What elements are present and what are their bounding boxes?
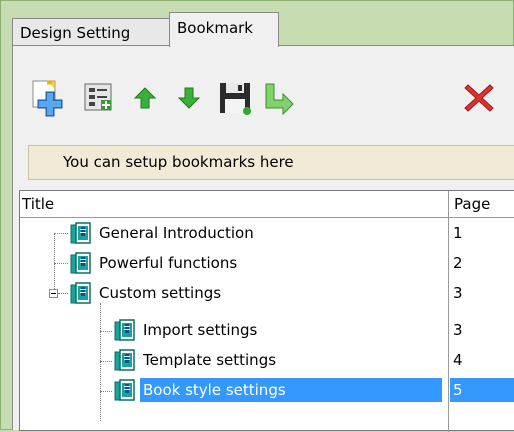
tree-row-page: 3 (453, 321, 463, 339)
tree-row-import-settings[interactable]: Import settings 3 (20, 318, 514, 348)
delete-x-icon (464, 84, 494, 112)
delete-button[interactable] (457, 76, 501, 120)
move-down-arrow-icon (177, 87, 201, 109)
bookmark-panel: You can setup bookmarks here Title Page (12, 45, 514, 432)
export-button[interactable] (257, 76, 301, 120)
tab-bookmark-label: Bookmark (177, 19, 253, 37)
bookmark-tree[interactable]: Title Page General Introduction 1 Powerf… (19, 190, 514, 432)
bookmark-icon (70, 282, 91, 304)
tree-row-book-style-settings[interactable]: Book style settings 5 (20, 378, 514, 408)
tree-row-page: 4 (453, 351, 463, 369)
save-button[interactable] (213, 76, 257, 120)
tree-row-label: General Introduction (99, 224, 254, 242)
move-up-button[interactable] (123, 76, 167, 120)
tree-row-powerful-functions[interactable]: Powerful functions 2 (20, 248, 514, 278)
tree-row-page: 2 (453, 254, 463, 272)
move-down-button[interactable] (167, 76, 211, 120)
tab-bookmark[interactable]: Bookmark (169, 12, 279, 47)
column-header-page[interactable]: Page (450, 191, 490, 217)
tree-row-page: 3 (453, 284, 463, 302)
tab-design-setting-label: Design Setting (20, 24, 131, 42)
move-up-arrow-icon (133, 87, 157, 109)
bookmark-icon (70, 222, 91, 244)
save-floppy-icon (220, 83, 251, 115)
column-header-title[interactable]: Title (22, 191, 54, 217)
tab-design-setting[interactable]: Design Setting (12, 18, 170, 46)
tree-row-custom-settings[interactable]: Custom settings 3 (20, 278, 514, 308)
bookmark-icon (70, 252, 91, 274)
tree-row-template-settings[interactable]: Template settings 4 (20, 348, 514, 378)
tree-row-general-introduction[interactable]: General Introduction 1 (20, 218, 514, 248)
info-text: You can setup bookmarks here (63, 153, 294, 171)
tree-row-label: Template settings (143, 351, 277, 369)
bookmark-icon (114, 379, 135, 401)
export-icon (265, 83, 294, 116)
bookmark-icon (114, 349, 135, 371)
tree-row-label: Powerful functions (99, 254, 238, 272)
tree-row-page: 1 (453, 224, 463, 242)
tree-row-label: Custom settings (99, 284, 222, 302)
add-child-bookmark-icon (84, 83, 112, 111)
bookmark-icon (114, 319, 135, 341)
add-child-bookmark-button[interactable] (77, 76, 121, 120)
tree-header: Title Page (20, 191, 514, 218)
tree-row-label: Book style settings (140, 378, 442, 402)
tree-row-page: 5 (453, 381, 463, 399)
tab-strip: Design Setting Bookmark (12, 12, 514, 47)
info-banner: You can setup bookmarks here (28, 145, 514, 180)
add-bookmark-button[interactable] (27, 76, 71, 120)
add-bookmark-icon (32, 80, 63, 117)
tree-row-label: Import settings (143, 321, 258, 339)
collapse-expander-icon[interactable] (49, 289, 58, 298)
